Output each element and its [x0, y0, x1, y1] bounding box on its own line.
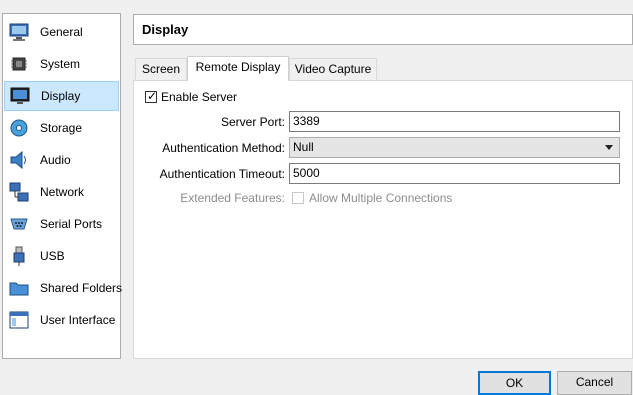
- sidebar-item-user-interface[interactable]: User Interface: [4, 305, 119, 335]
- sidebar-item-label: Display: [41, 89, 81, 103]
- chevron-down-icon: [605, 145, 613, 150]
- allow-multiple-connections-checkbox[interactable]: [292, 192, 304, 204]
- sidebar-item-usb[interactable]: USB: [4, 241, 119, 271]
- server-port-label: Server Port:: [220, 115, 285, 129]
- speaker-icon: [8, 149, 30, 171]
- auth-timeout-label: Authentication Timeout:: [159, 167, 285, 181]
- auth-method-select[interactable]: Null: [289, 137, 620, 158]
- sidebar-item-label: User Interface: [40, 313, 116, 327]
- allow-multiple-connections-label: Allow Multiple Connections: [309, 191, 453, 205]
- tab-remote-display[interactable]: Remote Display: [187, 56, 289, 81]
- sidebar-item-label: Storage: [40, 121, 83, 135]
- sidebar-item-display[interactable]: Display: [4, 81, 119, 111]
- network-icon: [8, 181, 30, 203]
- sidebar-item-system[interactable]: System: [4, 49, 119, 79]
- page-title: Display: [133, 14, 633, 45]
- storage-disc-icon: [8, 117, 30, 139]
- serial-plug-icon: [8, 213, 30, 235]
- sidebar-item-audio[interactable]: Audio: [4, 145, 119, 175]
- usb-icon: [8, 245, 30, 267]
- folder-icon: [8, 277, 30, 299]
- sidebar-item-shared-folders[interactable]: Shared Folders: [4, 273, 123, 303]
- sidebar-item-label: Audio: [40, 153, 71, 167]
- sidebar-item-label: USB: [40, 249, 65, 263]
- enable-server-label: Enable Server: [161, 90, 238, 104]
- tab-video-capture[interactable]: Video Capture: [289, 58, 377, 80]
- checkmark-icon: ✓: [147, 89, 158, 103]
- settings-sidebar: General System Display Storage Audio Net…: [2, 13, 123, 359]
- tab-screen[interactable]: Screen: [135, 58, 187, 80]
- sidebar-item-serial-ports[interactable]: Serial Ports: [4, 209, 119, 239]
- server-port-field[interactable]: 3389: [289, 111, 620, 132]
- sidebar-item-label: System: [40, 57, 81, 71]
- monitor-general-icon: [8, 21, 30, 43]
- auth-timeout-field[interactable]: 5000: [289, 163, 620, 184]
- sidebar-item-general[interactable]: General: [4, 17, 119, 47]
- sidebar-item-label: Network: [40, 185, 85, 199]
- display-icon: [9, 85, 31, 107]
- auth-method-value: Null: [293, 140, 314, 154]
- auth-method-label: Authentication Method:: [162, 141, 285, 155]
- enable-server-checkbox[interactable]: ✓: [145, 89, 158, 103]
- extended-features-label: Extended Features:: [180, 191, 285, 205]
- window-icon: [8, 309, 30, 331]
- chip-icon: [8, 53, 30, 75]
- sidebar-item-network[interactable]: Network: [4, 177, 119, 207]
- sidebar-item-label: Serial Ports: [40, 217, 103, 231]
- sidebar-item-label: Shared Folders: [40, 281, 123, 295]
- cancel-button[interactable]: Cancel: [557, 371, 632, 395]
- sidebar-item-label: General: [40, 25, 83, 39]
- ok-button[interactable]: OK: [478, 371, 551, 395]
- sidebar-item-storage[interactable]: Storage: [4, 113, 119, 143]
